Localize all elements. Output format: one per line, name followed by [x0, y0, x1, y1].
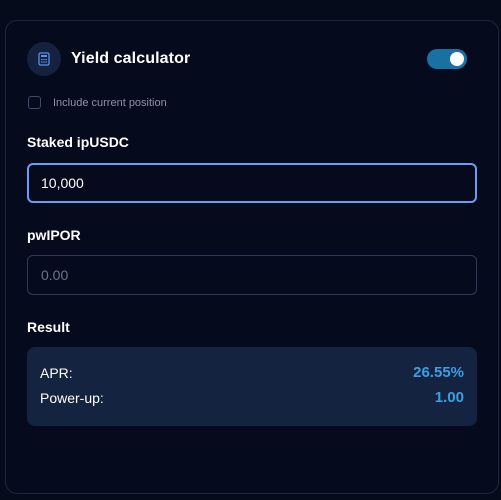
result-box: APR: 26.55% Power-up: 1.00	[27, 347, 477, 426]
include-current-position-row[interactable]: Include current position	[28, 96, 167, 109]
card-header: Yield calculator	[27, 41, 467, 77]
include-current-position-checkbox[interactable]	[28, 96, 41, 109]
pwipor-label: pwIPOR	[27, 227, 81, 243]
yield-toggle[interactable]	[427, 49, 467, 69]
powerup-value: 1.00	[434, 389, 464, 406]
yield-calculator-card: Yield calculator Include current positio…	[5, 20, 499, 494]
calculator-icon	[27, 42, 61, 76]
result-label: Result	[27, 319, 70, 335]
toggle-knob	[450, 52, 464, 66]
powerup-label: Power-up:	[40, 389, 104, 406]
apr-row: APR: 26.55%	[40, 364, 464, 381]
powerup-row: Power-up: 1.00	[40, 389, 464, 406]
card-title: Yield calculator	[71, 50, 191, 67]
staked-label: Staked ipUSDC	[27, 134, 129, 150]
apr-label: APR:	[40, 364, 73, 381]
pwipor-input[interactable]	[27, 255, 477, 295]
staked-input[interactable]	[27, 163, 477, 203]
apr-value: 26.55%	[413, 364, 464, 381]
include-current-position-label: Include current position	[53, 96, 167, 109]
